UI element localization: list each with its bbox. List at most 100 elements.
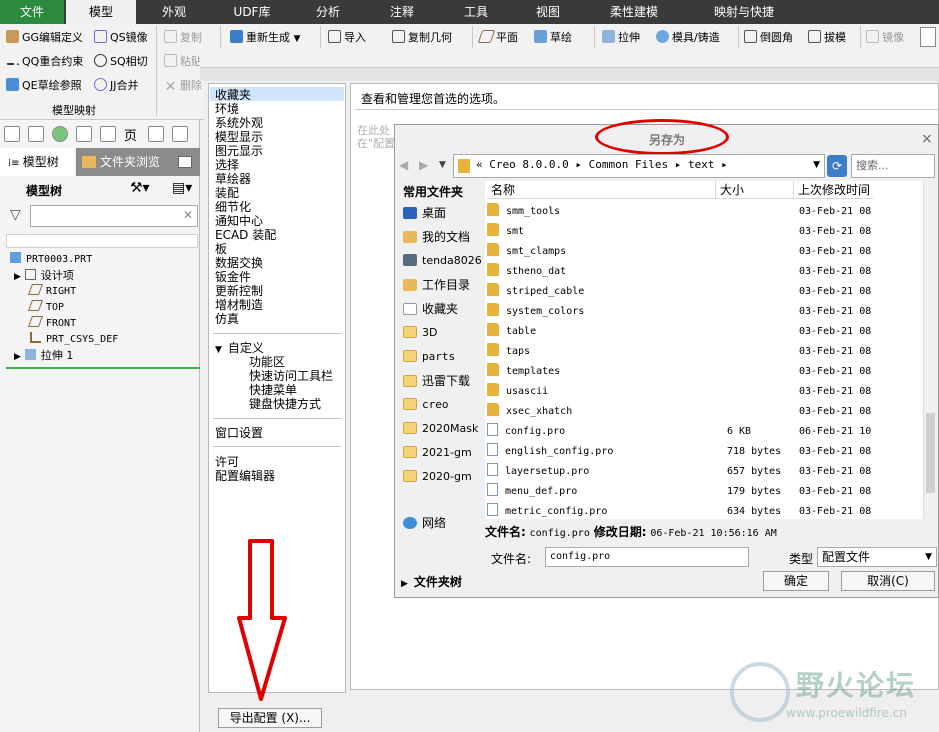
file-row[interactable]: menu_def.pro 179 bytes 03-Feb-21 08 [487, 482, 929, 502]
clear-icon[interactable]: ✕ [183, 208, 193, 222]
file-row[interactable]: english_config.pro 718 bytes 03-Feb-21 08 [487, 442, 929, 462]
qe-sketch-ref-button[interactable]: QE草绘参照 [6, 76, 82, 96]
round-button[interactable]: 倒圆角 [744, 28, 793, 48]
category-assembly[interactable]: 装配 [215, 186, 239, 200]
tree-item-right[interactable]: RIGHT [27, 284, 76, 300]
page-icon[interactable]: 页 [124, 125, 137, 144]
search-icon[interactable] [28, 126, 44, 142]
tree-item-extrude[interactable]: ▶ 拉伸 1 [14, 348, 73, 364]
back-icon[interactable]: ◀ [399, 158, 408, 172]
filename-input[interactable]: config.pro [545, 547, 749, 567]
cancel-button[interactable]: 取消(C) [841, 571, 935, 591]
open-icon[interactable] [4, 126, 20, 142]
refresh-icon[interactable]: ⟳ [827, 155, 847, 177]
category-detailing[interactable]: 细节化 [215, 200, 251, 214]
sidebar-working-directory[interactable]: 工作目录 [403, 275, 470, 295]
ok-button[interactable]: 确定 [763, 571, 829, 591]
breadcrumb-text[interactable]: text [688, 158, 715, 171]
file-row[interactable]: smt 03-Feb-21 08 [487, 222, 929, 242]
ribbon-overflow-icon[interactable] [920, 27, 936, 47]
export-config-button[interactable]: 导出配置 (X)... [218, 708, 322, 728]
column-modified[interactable]: 上次修改时间 [793, 181, 873, 199]
regenerate-button[interactable]: 重新生成 ▼ [230, 28, 300, 48]
category-update-control[interactable]: 更新控制 [215, 284, 263, 298]
file-row[interactable]: striped_cable 03-Feb-21 08 [487, 282, 929, 302]
file-row[interactable]: smt_clamps 03-Feb-21 08 [487, 242, 929, 262]
category-license[interactable]: 许可 [215, 455, 239, 469]
tab-analysis[interactable]: 分析 [296, 0, 360, 24]
tab-favorites[interactable] [172, 148, 200, 176]
folder-icon[interactable] [76, 126, 92, 142]
import-button[interactable]: 导入 [328, 28, 366, 48]
sidebar-desktop[interactable]: 桌面 [403, 203, 446, 223]
category-additive-manufacturing[interactable]: 增材制造 [215, 298, 263, 312]
sidebar-3d[interactable]: 3D [403, 323, 437, 343]
category-environment[interactable]: 环境 [215, 102, 239, 116]
tab-udf-library[interactable]: UDF库 [216, 0, 288, 24]
tab-flexible-modeling[interactable]: 柔性建模 [596, 0, 672, 24]
sidebar-computer[interactable]: tenda8026 [403, 251, 482, 271]
tab-annotate[interactable]: 注释 [370, 0, 434, 24]
type-select[interactable]: 配置文件 ▼ [817, 547, 937, 567]
paste-button[interactable]: 粘贴 [164, 52, 202, 72]
category-quick-access-toolbar[interactable]: 快速访问工具栏 [249, 369, 333, 383]
category-notification-center[interactable]: 通知中心 [215, 214, 263, 228]
tree-filter-input[interactable]: ✕ [30, 205, 198, 227]
extrude-button[interactable]: 拉伸 [602, 28, 640, 48]
category-selection[interactable]: 选择 [215, 158, 239, 172]
search-input[interactable]: 搜索... [851, 154, 935, 178]
file-row[interactable]: metric_config.pro 634 bytes 03-Feb-21 08 [487, 502, 929, 522]
category-sketcher[interactable]: 草绘器 [215, 172, 251, 186]
copy-button[interactable]: 复制 [164, 28, 202, 48]
category-model-display[interactable]: 模型显示 [215, 130, 263, 144]
file-row[interactable]: system_colors 03-Feb-21 08 [487, 302, 929, 322]
category-entity-display[interactable]: 图元显示 [215, 144, 263, 158]
file-row[interactable]: templates 03-Feb-21 08 [487, 362, 929, 382]
tree-item-design-items[interactable]: ▶ 设计项 [14, 268, 74, 284]
column-name[interactable]: 名称 [487, 181, 715, 199]
tree-item-csys[interactable]: PRT_CSYS_DEF [30, 332, 118, 348]
history-dropdown-icon[interactable]: ▼ [439, 160, 446, 170]
tab-mapping-shortcuts[interactable]: 映射与快捷 [700, 0, 788, 24]
breadcrumb-common-files[interactable]: Common Files [589, 158, 668, 171]
mirror-button[interactable]: 镜像 [866, 28, 904, 48]
category-board[interactable]: 板 [215, 242, 227, 256]
favorites-icon[interactable] [100, 126, 116, 142]
breadcrumb-creo[interactable]: Creo 8.0.0.0 [489, 158, 568, 171]
settings-icon[interactable] [172, 126, 188, 142]
tree-item-top[interactable]: TOP [27, 300, 64, 316]
tab-folder-browser[interactable]: 文件夹浏览 [76, 148, 172, 176]
column-size[interactable]: 大小 [715, 181, 793, 199]
show-icon[interactable]: ▤▾ [172, 180, 192, 196]
category-favorites[interactable]: 收藏夹 [215, 88, 251, 102]
forward-icon[interactable]: ▶ [419, 158, 428, 172]
tab-tools[interactable]: 工具 [444, 0, 508, 24]
gg-edit-definition-button[interactable]: GG编辑定义 [6, 28, 83, 48]
file-row[interactable]: usascii 03-Feb-21 08 [487, 382, 929, 402]
sidebar-my-documents[interactable]: 我的文档 [403, 227, 470, 247]
tab-model[interactable]: 模型 [66, 0, 136, 24]
draft-button[interactable]: 拔模 [808, 28, 846, 48]
jj-merge-button[interactable]: JJ合并 [94, 76, 139, 96]
file-row[interactable]: table 03-Feb-21 08 [487, 322, 929, 342]
tab-file[interactable]: 文件 [0, 0, 64, 24]
qq-coincident-button[interactable]: QQ重合约束 [6, 52, 83, 72]
close-icon[interactable]: × [921, 131, 933, 147]
sq-tangent-button[interactable]: SQ相切 [94, 52, 148, 72]
sidebar-network[interactable]: 网络 [403, 513, 446, 533]
file-row[interactable]: smm_tools 03-Feb-21 08 [487, 202, 929, 222]
file-row[interactable]: config.pro 6 KB 06-Feb-21 10 [487, 422, 929, 442]
category-config-editor[interactable]: 配置编辑器 [215, 469, 275, 483]
path-dropdown-icon[interactable]: ▼ [813, 160, 820, 170]
file-row[interactable]: stheno_dat 03-Feb-21 08 [487, 262, 929, 282]
mold-casting-button[interactable]: 模具/铸造 [656, 28, 720, 48]
file-row[interactable]: taps 03-Feb-21 08 [487, 342, 929, 362]
category-keyboard-shortcuts[interactable]: 键盘快捷方式 [249, 397, 321, 411]
category-data-exchange[interactable]: 数据交换 [215, 256, 263, 270]
copy-geometry-button[interactable]: 复制几何 [392, 28, 452, 48]
category-ecad-assembly[interactable]: ECAD 装配 [215, 228, 276, 242]
category-simulation[interactable]: 仿真 [215, 312, 239, 326]
plane-button[interactable]: 平面 [477, 28, 518, 48]
sidebar-2020mask[interactable]: 2020Mask [403, 419, 478, 439]
tree-item-part[interactable]: PRT0003.PRT [10, 252, 92, 268]
